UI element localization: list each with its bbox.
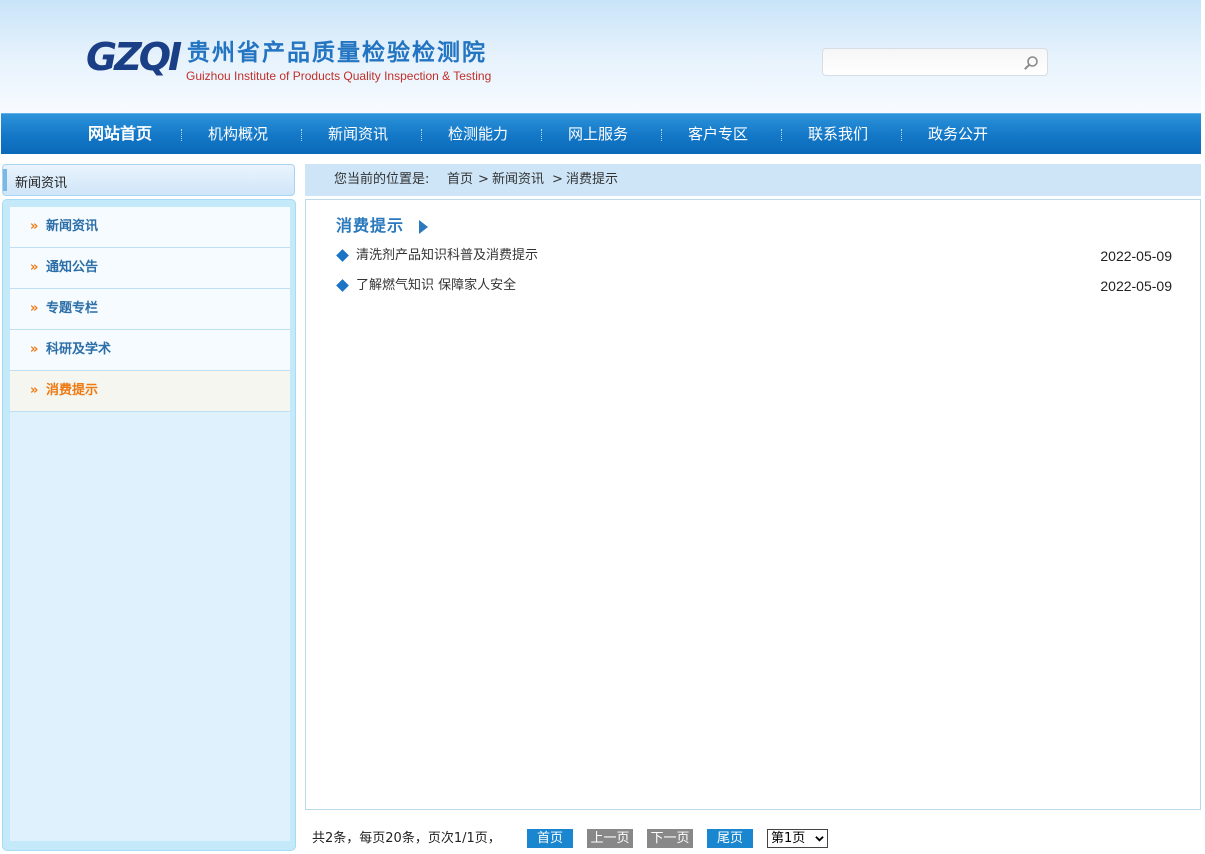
nav-divider <box>901 129 902 141</box>
sidebar-item-label: 通知公告 <box>46 260 99 275</box>
breadcrumb-separator: > <box>552 172 563 187</box>
double-chevron-icon: » <box>30 219 39 234</box>
nav-divider <box>661 129 662 141</box>
sidebar-item-label: 新闻资讯 <box>46 219 99 234</box>
site-header: GZQI 贵州省产品质量检验检测院 Guizhou Institute of P… <box>0 0 1201 113</box>
sidebar-item-news[interactable]: » 新闻资讯 <box>10 207 290 248</box>
nav-divider <box>541 129 542 141</box>
breadcrumb-prefix: 您当前的位置是: <box>334 172 430 187</box>
nav-item-testing[interactable]: 检测能力 <box>448 114 508 154</box>
article-date: 2022-05-09 <box>1100 278 1172 294</box>
search-box <box>822 48 1048 76</box>
pagination-summary: 共2条，每页20条，页次1/1页， <box>312 831 501 846</box>
sidebar-item-label: 消费提示 <box>46 383 99 398</box>
sidebar-item-label: 专题专栏 <box>46 301 99 316</box>
breadcrumb-link-home[interactable]: 首页 <box>447 172 473 188</box>
nav-item-home[interactable]: 网站首页 <box>88 114 152 154</box>
article-title-link[interactable]: 了解燃气知识 保障家人安全 <box>356 277 516 295</box>
nav-divider <box>301 129 302 141</box>
breadcrumb-link-news[interactable]: 新闻资讯 <box>492 172 544 188</box>
nav-item-news[interactable]: 新闻资讯 <box>328 114 388 154</box>
nav-item-contact[interactable]: 联系我们 <box>808 114 868 154</box>
search-icon[interactable] <box>1023 55 1039 71</box>
nav-divider <box>421 129 422 141</box>
play-arrow-icon <box>419 220 428 234</box>
sidebar-item-topics[interactable]: » 专题专栏 <box>10 289 290 330</box>
nav-item-customer[interactable]: 客户专区 <box>688 114 748 154</box>
sidebar-item-consumer-tips[interactable]: » 消费提示 <box>10 371 290 412</box>
first-page-button[interactable]: 首页 <box>527 829 573 848</box>
sidebar: » 新闻资讯 » 通知公告 » 专题专栏 » 科研及学术 » 消费提示 <box>2 199 296 851</box>
org-name-cn: 贵州省产品质量检验检测院 <box>187 40 487 66</box>
sidebar-list: » 新闻资讯 » 通知公告 » 专题专栏 » 科研及学术 » 消费提示 <box>10 207 290 841</box>
sidebar-heading-label: 新闻资讯 <box>15 176 68 191</box>
double-chevron-icon: » <box>30 383 39 398</box>
main-nav: 网站首页 机构概况 新闻资讯 检测能力 网上服务 客户专区 联系我们 政务公开 <box>1 113 1201 154</box>
sidebar-item-notices[interactable]: » 通知公告 <box>10 248 290 289</box>
page-select[interactable]: 第1页 <box>767 829 828 848</box>
list-item: 了解燃气知识 保障家人安全 2022-05-09 <box>336 276 1172 296</box>
nav-divider <box>781 129 782 141</box>
diamond-bullet-icon <box>336 279 349 292</box>
list-item: 清洗剂产品知识科普及消费提示 2022-05-09 <box>336 246 1172 266</box>
breadcrumb: 您当前的位置是: 首页 > 新闻资讯 > 消费提示 <box>305 164 1201 196</box>
nav-item-gov-affairs[interactable]: 政务公开 <box>928 114 988 154</box>
article-list-panel: 消费提示 清洗剂产品知识科普及消费提示 2022-05-09 了解燃气知识 保障… <box>305 199 1201 810</box>
nav-item-about[interactable]: 机构概况 <box>208 114 268 154</box>
article-title-link[interactable]: 清洗剂产品知识科普及消费提示 <box>356 247 538 265</box>
sidebar-heading: 新闻资讯 <box>2 164 295 196</box>
breadcrumb-separator: > <box>478 172 489 187</box>
page-select-value: 第1页 <box>771 831 806 846</box>
search-input[interactable] <box>829 53 1019 71</box>
article-date: 2022-05-09 <box>1100 248 1172 264</box>
breadcrumb-current: 消费提示 <box>566 172 619 187</box>
last-page-button[interactable]: 尾页 <box>707 829 753 848</box>
sidebar-item-label: 科研及学术 <box>46 342 112 357</box>
double-chevron-icon: » <box>30 342 39 357</box>
double-chevron-icon: » <box>30 260 39 275</box>
prev-page-button[interactable]: 上一页 <box>587 829 633 848</box>
double-chevron-icon: » <box>30 301 39 316</box>
chevron-down-icon <box>815 836 824 842</box>
nav-divider <box>181 129 182 141</box>
nav-item-online-service[interactable]: 网上服务 <box>568 114 628 154</box>
sidebar-item-research[interactable]: » 科研及学术 <box>10 330 290 371</box>
next-page-button[interactable]: 下一页 <box>647 829 693 848</box>
org-name-en: Guizhou Institute of Products Quality In… <box>186 69 492 83</box>
category-title: 消费提示 <box>336 216 405 235</box>
logo-mark: GZQI <box>86 35 182 79</box>
diamond-bullet-icon <box>336 249 349 262</box>
